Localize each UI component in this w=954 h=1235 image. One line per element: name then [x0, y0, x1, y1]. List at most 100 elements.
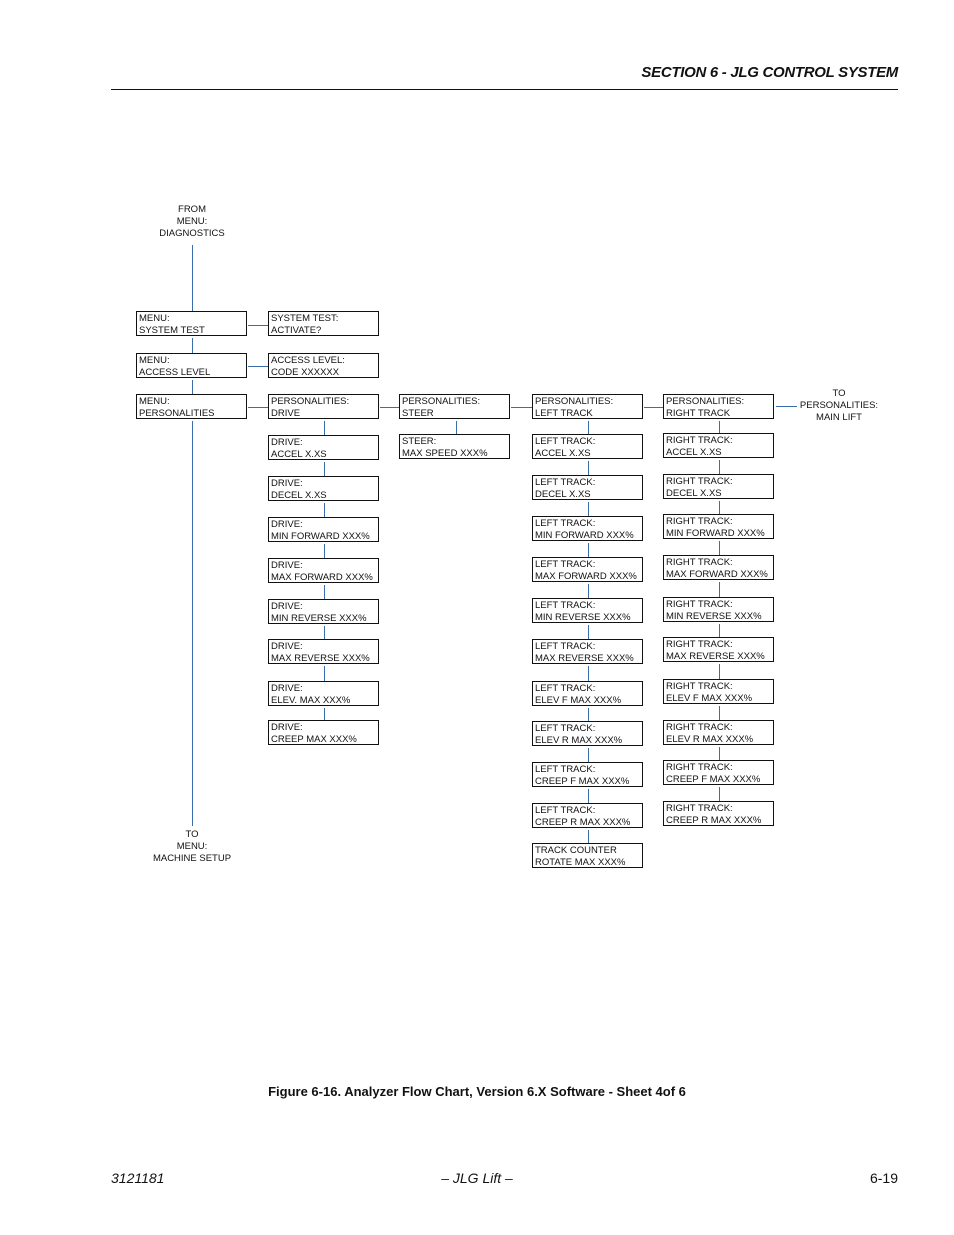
right-track-setting-box: RIGHT TRACK: MAX REVERSE XXX% — [663, 637, 774, 662]
right-track-setting-box-line-2: ELEV F MAX XXX% — [666, 693, 753, 704]
drive-setting-box: DRIVE: MIN REVERSE XXX% — [268, 599, 379, 624]
drive-setting-box: DRIVE: ACCEL X.XS — [268, 435, 379, 460]
right-track-setting-box: RIGHT TRACK: MAX FORWARD XXX% — [663, 555, 774, 580]
connector-line — [588, 625, 589, 639]
personalities-left-track-box-line-1: PERSONALITIES: — [535, 396, 614, 407]
menu-box-line-2: PERSONALITIES — [139, 408, 215, 419]
menu-box-line-2: ACCESS LEVEL — [139, 367, 211, 378]
personalities-right-track-box-line-1: PERSONALITIES: — [666, 396, 745, 407]
menu-box: MENU: SYSTEM TEST — [136, 311, 247, 336]
menu-box: MENU: ACCESS LEVEL — [136, 353, 247, 378]
connector-line — [719, 460, 720, 474]
section-title: SECTION 6 - JLG CONTROL SYSTEM — [641, 64, 898, 81]
drive-setting-box: DRIVE: MIN FORWARD XXX% — [268, 517, 379, 542]
right-track-setting-box-line-1: RIGHT TRACK: — [666, 516, 733, 527]
system-test-activate-box-line-2: ACTIVATE? — [271, 325, 322, 336]
right-track-setting-box-line-2: CREEP F MAX XXX% — [666, 774, 761, 785]
drive-setting-box-line-1: DRIVE: — [271, 722, 303, 733]
right-track-setting-box: RIGHT TRACK: CREEP F MAX XXX% — [663, 760, 774, 785]
left-track-setting-box: LEFT TRACK: DECEL X.XS — [532, 475, 643, 500]
connector-line — [324, 503, 325, 517]
connector-line — [588, 543, 589, 557]
drive-setting-box-line-1: DRIVE: — [271, 683, 303, 694]
to-machine-setup-label: TO MENU: MACHINE SETUP — [152, 829, 232, 864]
connector-line — [192, 380, 193, 394]
right-track-setting-box-line-2: MAX REVERSE XXX% — [666, 651, 765, 662]
connector-line — [719, 582, 720, 597]
drive-setting-box-line-2: MAX REVERSE XXX% — [271, 653, 370, 664]
connector-line — [192, 338, 193, 353]
drive-setting-box: DRIVE: MAX FORWARD XXX% — [268, 558, 379, 583]
connector-line — [719, 624, 720, 637]
right-track-setting-box: RIGHT TRACK: ACCEL X.XS — [663, 433, 774, 458]
drive-setting-box-line-2: CREEP MAX XXX% — [271, 734, 357, 745]
drive-setting-box-line-1: DRIVE: — [271, 478, 303, 489]
left-track-setting-box-line-1: LEFT TRACK: — [535, 683, 596, 694]
left-track-setting-box: LEFT TRACK: MAX REVERSE XXX% — [532, 639, 643, 664]
drive-setting-box-line-2: MAX FORWARD XXX% — [271, 572, 373, 583]
connector-line — [719, 747, 720, 760]
left-track-setting-box-line-2: MIN REVERSE XXX% — [535, 612, 631, 623]
left-track-setting-box: LEFT TRACK: ACCEL X.XS — [532, 434, 643, 459]
right-track-setting-box-line-1: RIGHT TRACK: — [666, 435, 733, 446]
connector-line — [324, 462, 325, 476]
left-track-setting-box: LEFT TRACK: MIN REVERSE XXX% — [532, 598, 643, 623]
left-track-setting-box-line-1: LEFT TRACK: — [535, 518, 596, 529]
connector-line — [456, 421, 457, 434]
drive-setting-box-line-1: DRIVE: — [271, 601, 303, 612]
steer-setting-box: STEER: MAX SPEED XXX% — [399, 434, 510, 459]
drive-setting-box-line-1: DRIVE: — [271, 437, 303, 448]
left-track-setting-box: LEFT TRACK: MAX FORWARD XXX% — [532, 557, 643, 582]
drive-setting-box: DRIVE: MAX REVERSE XXX% — [268, 639, 379, 664]
right-track-setting-box-line-1: RIGHT TRACK: — [666, 557, 733, 568]
left-track-setting-box: LEFT TRACK: ELEV R MAX XXX% — [532, 721, 643, 746]
connector-line — [719, 787, 720, 801]
right-track-setting-box: RIGHT TRACK: MIN REVERSE XXX% — [663, 597, 774, 622]
steer-setting-box-line-1: STEER: — [402, 436, 437, 447]
left-track-setting-box-line-2: ELEV F MAX XXX% — [535, 695, 622, 706]
right-track-setting-box-line-1: RIGHT TRACK: — [666, 476, 733, 487]
left-track-setting-box-line-1: LEFT TRACK: — [535, 600, 596, 611]
header-rule — [111, 89, 898, 90]
personalities-drive-box: PERSONALITIES: DRIVE — [268, 394, 379, 419]
connector-line — [324, 708, 325, 720]
personalities-steer-box-line-1: PERSONALITIES: — [402, 396, 481, 407]
personalities-steer-box: PERSONALITIES: STEER — [399, 394, 510, 419]
right-track-setting-box-line-1: RIGHT TRACK: — [666, 803, 733, 814]
personalities-left-track-box: PERSONALITIES: LEFT TRACK — [532, 394, 643, 419]
left-track-setting-box: TRACK COUNTER ROTATE MAX XXX% — [532, 843, 643, 868]
right-track-setting-box-line-2: ACCEL X.XS — [666, 447, 722, 458]
left-track-setting-box-line-2: MAX REVERSE XXX% — [535, 653, 634, 664]
personalities-right-track-box: PERSONALITIES: RIGHT TRACK — [663, 394, 774, 419]
connector-line — [588, 421, 589, 434]
left-track-setting-box-line-2: CREEP F MAX XXX% — [535, 776, 630, 787]
connector-line — [719, 706, 720, 720]
access-level-code-box: ACCESS LEVEL: CODE XXXXXX — [268, 353, 379, 378]
right-track-setting-box-line-2: CREEP R MAX XXX% — [666, 815, 762, 826]
connector-line — [588, 584, 589, 598]
footer-page-number: 6-19 — [869, 1170, 898, 1186]
left-track-setting-box-line-2: MAX FORWARD XXX% — [535, 571, 637, 582]
left-track-setting-box-line-2: ELEV R MAX XXX% — [535, 735, 623, 746]
right-track-setting-box: RIGHT TRACK: ELEV R MAX XXX% — [663, 720, 774, 745]
to-main-lift-label: TO PERSONALITIES: MAIN LIFT — [799, 388, 879, 423]
left-track-setting-box: LEFT TRACK: ELEV F MAX XXX% — [532, 681, 643, 706]
left-track-setting-box-line-1: LEFT TRACK: — [535, 723, 596, 734]
drive-setting-box: DRIVE: DECEL X.XS — [268, 476, 379, 501]
left-track-setting-box-line-2: CREEP R MAX XXX% — [535, 817, 631, 828]
drive-setting-box-line-1: DRIVE: — [271, 560, 303, 571]
menu-box-line-2: SYSTEM TEST — [139, 325, 205, 336]
connector-line — [324, 585, 325, 599]
left-track-setting-box-line-1: LEFT TRACK: — [535, 805, 596, 816]
left-track-setting-box: LEFT TRACK: CREEP R MAX XXX% — [532, 803, 643, 828]
left-track-setting-box-line-1: LEFT TRACK: — [535, 641, 596, 652]
connector-line — [588, 502, 589, 516]
left-track-setting-box-line-1: LEFT TRACK: — [535, 436, 596, 447]
system-test-activate-box: SYSTEM TEST: ACTIVATE? — [268, 311, 379, 336]
right-track-setting-box: RIGHT TRACK: MIN FORWARD XXX% — [663, 514, 774, 539]
connector-line — [719, 501, 720, 514]
connector-line — [719, 541, 720, 555]
right-track-setting-box-line-1: RIGHT TRACK: — [666, 681, 733, 692]
left-track-setting-box: LEFT TRACK: CREEP F MAX XXX% — [532, 762, 643, 787]
right-track-setting-box-line-2: DECEL X.XS — [666, 488, 722, 499]
